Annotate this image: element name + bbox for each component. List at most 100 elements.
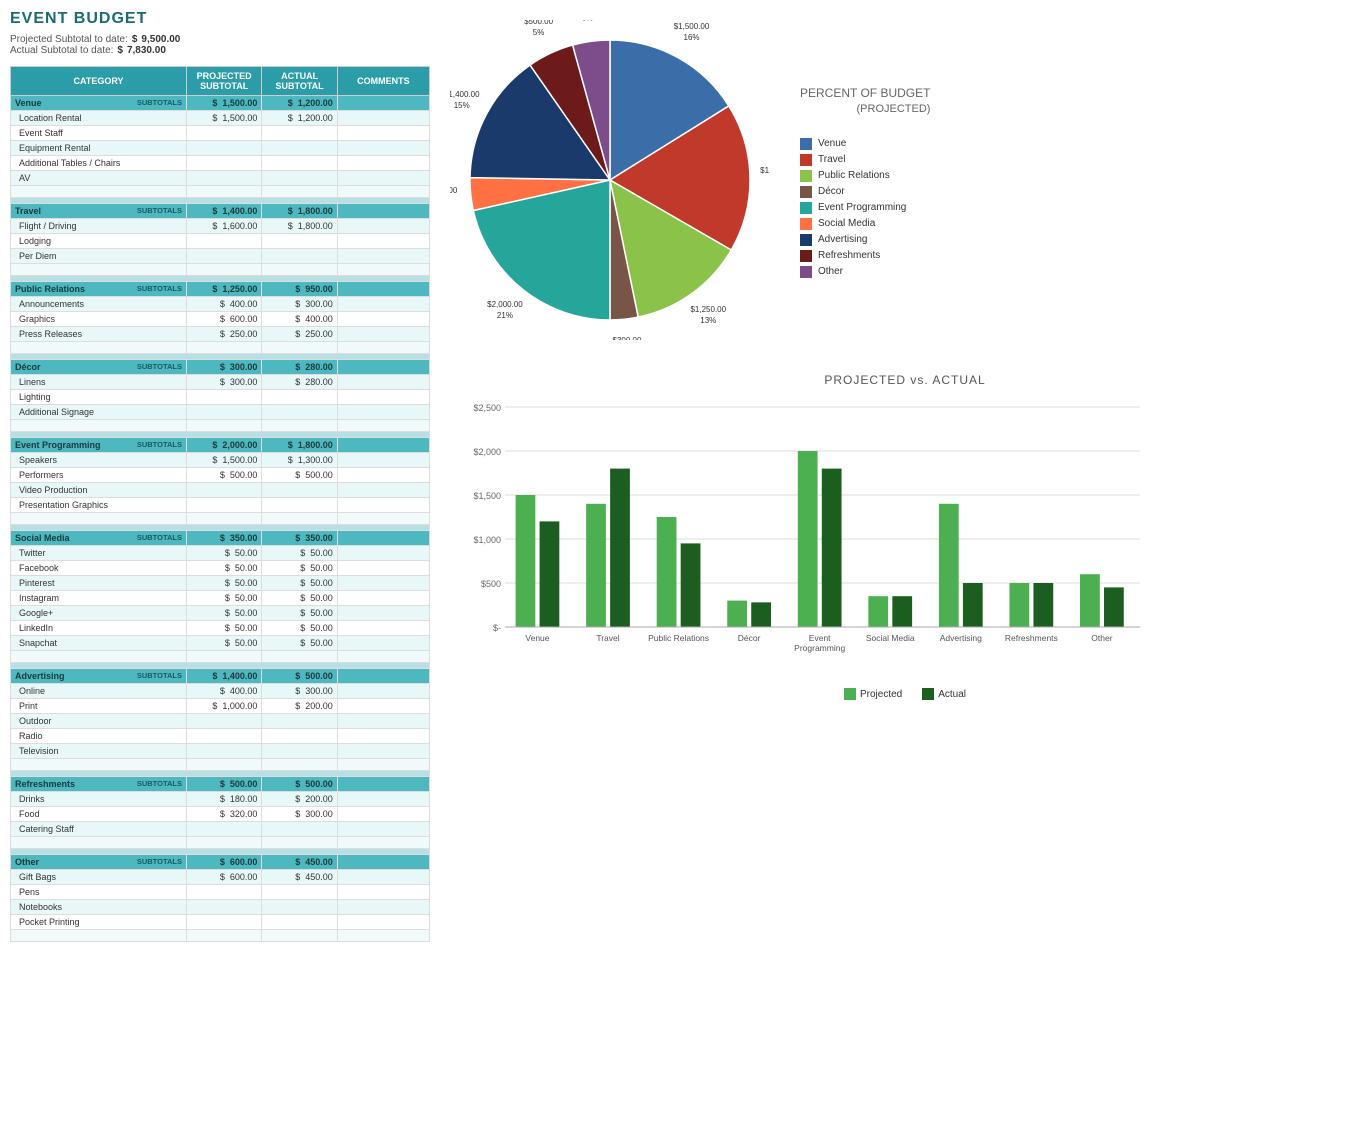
pie-title-sub: (PROJECTED) — [800, 102, 930, 117]
table-row: Linens $ 300.00 $ 280.00 — [11, 375, 430, 390]
empty-row — [11, 837, 430, 849]
svg-text:$500: $500 — [481, 579, 501, 589]
bar-legend: Projected Actual — [450, 688, 1360, 700]
table-row: Additional Tables / Chairs — [11, 156, 430, 171]
table-row: Lodging — [11, 234, 430, 249]
table-row: Presentation Graphics — [11, 498, 430, 513]
table-row: Notebooks — [11, 900, 430, 915]
table-row: Food $ 320.00 $ 300.00 — [11, 807, 430, 822]
svg-text:15%: 15% — [454, 101, 470, 110]
table-row: Graphics $ 600.00 $ 400.00 — [11, 312, 430, 327]
legend-color — [800, 202, 812, 214]
category-header: Event Programming SUBTOTALS $ 2,000.00 $… — [11, 438, 430, 453]
table-row: Outdoor — [11, 714, 430, 729]
table-row: Drinks $ 180.00 $ 200.00 — [11, 792, 430, 807]
empty-row — [11, 930, 430, 942]
legend-label: Public Relations — [818, 170, 890, 181]
col-comments: COMMENTS — [337, 67, 429, 96]
pie-chart: $1,500.0016%$1,600.0017%$1,250.0013%$300… — [450, 20, 770, 340]
actual-label: Actual Subtotal to date: — [10, 45, 113, 56]
category-header: Refreshments SUBTOTALS $ 500.00 $ 500.00 — [11, 777, 430, 792]
table-row: Event Staff — [11, 126, 430, 141]
table-row: Performers $ 500.00 $ 500.00 — [11, 468, 430, 483]
col-actual: ACTUALSUBTOTAL — [262, 67, 337, 96]
table-row: AV — [11, 171, 430, 186]
table-row: Online $ 400.00 $ 300.00 — [11, 684, 430, 699]
bar-title: PROJECTED vs. ACTUAL — [450, 373, 1360, 387]
svg-text:Programming: Programming — [794, 643, 845, 653]
table-row: Twitter $ 50.00 $ 50.00 — [11, 546, 430, 561]
category-header: Other SUBTOTALS $ 600.00 $ 450.00 — [11, 855, 430, 870]
legend-item: Venue — [800, 138, 930, 150]
legend-color — [800, 186, 812, 198]
table-row: Snapchat $ 50.00 $ 50.00 — [11, 636, 430, 651]
legend-item: Advertising — [800, 234, 930, 246]
svg-text:13%: 13% — [700, 316, 716, 325]
table-row: Equipment Rental — [11, 141, 430, 156]
svg-text:16%: 16% — [684, 33, 700, 42]
legend-item: Refreshments — [800, 250, 930, 262]
table-row: Pinterest $ 50.00 $ 50.00 — [11, 576, 430, 591]
budget-table: CATEGORY PROJECTEDSUBTOTAL ACTUALSUBTOTA… — [10, 66, 430, 942]
empty-row — [11, 264, 430, 276]
legend-label: Décor — [818, 186, 845, 197]
pie-section: $1,500.0016%$1,600.0017%$1,250.0013%$300… — [450, 10, 1360, 353]
svg-text:Refreshments: Refreshments — [1005, 633, 1058, 643]
svg-text:$300.00: $300.00 — [613, 336, 642, 340]
svg-text:$500.00: $500.00 — [524, 20, 553, 26]
legend-label: Other — [818, 266, 843, 277]
legend-item: Other — [800, 266, 930, 278]
svg-text:$1,600.00: $1,600.00 — [760, 166, 770, 175]
table-row: Radio — [11, 729, 430, 744]
svg-text:$1,500: $1,500 — [473, 491, 501, 501]
legend-item: Décor — [800, 186, 930, 198]
legend-label: Venue — [818, 138, 846, 149]
empty-row — [11, 651, 430, 663]
legend-label: Refreshments — [818, 250, 880, 261]
projected-legend-color — [844, 688, 856, 700]
table-row: Per Diem — [11, 249, 430, 264]
table-row: Location Rental $ 1,500.00 $ 1,200.00 — [11, 111, 430, 126]
bar-chart: $-$500$1,000$1,500$2,000$2,500VenueTrave… — [450, 397, 1150, 677]
table-row: Press Releases $ 250.00 $ 250.00 — [11, 327, 430, 342]
category-header: Venue SUBTOTALS $ 1,500.00 $ 1,200.00 — [11, 96, 430, 111]
projected-amount: 9,500.00 — [141, 34, 180, 45]
svg-text:Public Relations: Public Relations — [648, 633, 709, 643]
svg-text:Other: Other — [1091, 633, 1112, 643]
table-row: Pens — [11, 885, 430, 900]
empty-row — [11, 342, 430, 354]
category-header: Social Media SUBTOTALS $ 350.00 $ 350.00 — [11, 531, 430, 546]
legend-label: Social Media — [818, 218, 875, 229]
table-row: Facebook $ 50.00 $ 50.00 — [11, 561, 430, 576]
empty-row — [11, 759, 430, 771]
col-projected: PROJECTEDSUBTOTAL — [186, 67, 261, 96]
bar-legend-actual: Actual — [922, 688, 966, 700]
svg-text:$1,400.00: $1,400.00 — [450, 90, 480, 99]
legend-item: Travel — [800, 154, 930, 166]
category-header: Travel SUBTOTALS $ 1,400.00 $ 1,800.00 — [11, 204, 430, 219]
empty-row — [11, 513, 430, 525]
svg-text:$2,000.00: $2,000.00 — [487, 300, 523, 309]
svg-text:$350.00: $350.00 — [450, 186, 458, 195]
pie-legend: VenueTravelPublic RelationsDécorEvent Pr… — [800, 138, 930, 278]
right-panel: $1,500.0016%$1,600.0017%$1,250.0013%$300… — [450, 10, 1360, 942]
svg-text:$-: $- — [493, 623, 501, 633]
svg-text:Décor: Décor — [738, 633, 761, 643]
summary: Projected Subtotal to date: $ 9,500.00 A… — [10, 34, 430, 56]
svg-text:$1,250.00: $1,250.00 — [690, 305, 726, 314]
svg-text:Social Media: Social Media — [866, 633, 915, 643]
svg-text:$2,500: $2,500 — [473, 403, 501, 413]
actual-legend-label: Actual — [938, 689, 966, 700]
legend-label: Travel — [818, 154, 845, 165]
actual-legend-color — [922, 688, 934, 700]
projected-label: Projected Subtotal to date: — [10, 34, 128, 45]
bar-legend-projected: Projected — [844, 688, 902, 700]
legend-item: Social Media — [800, 218, 930, 230]
empty-row — [11, 186, 430, 198]
page-title: EVENT BUDGET — [10, 10, 430, 28]
table-row: Catering Staff — [11, 822, 430, 837]
svg-text:Venue: Venue — [525, 633, 549, 643]
col-category: CATEGORY — [11, 67, 187, 96]
legend-color — [800, 234, 812, 246]
table-row: Instagram $ 50.00 $ 50.00 — [11, 591, 430, 606]
